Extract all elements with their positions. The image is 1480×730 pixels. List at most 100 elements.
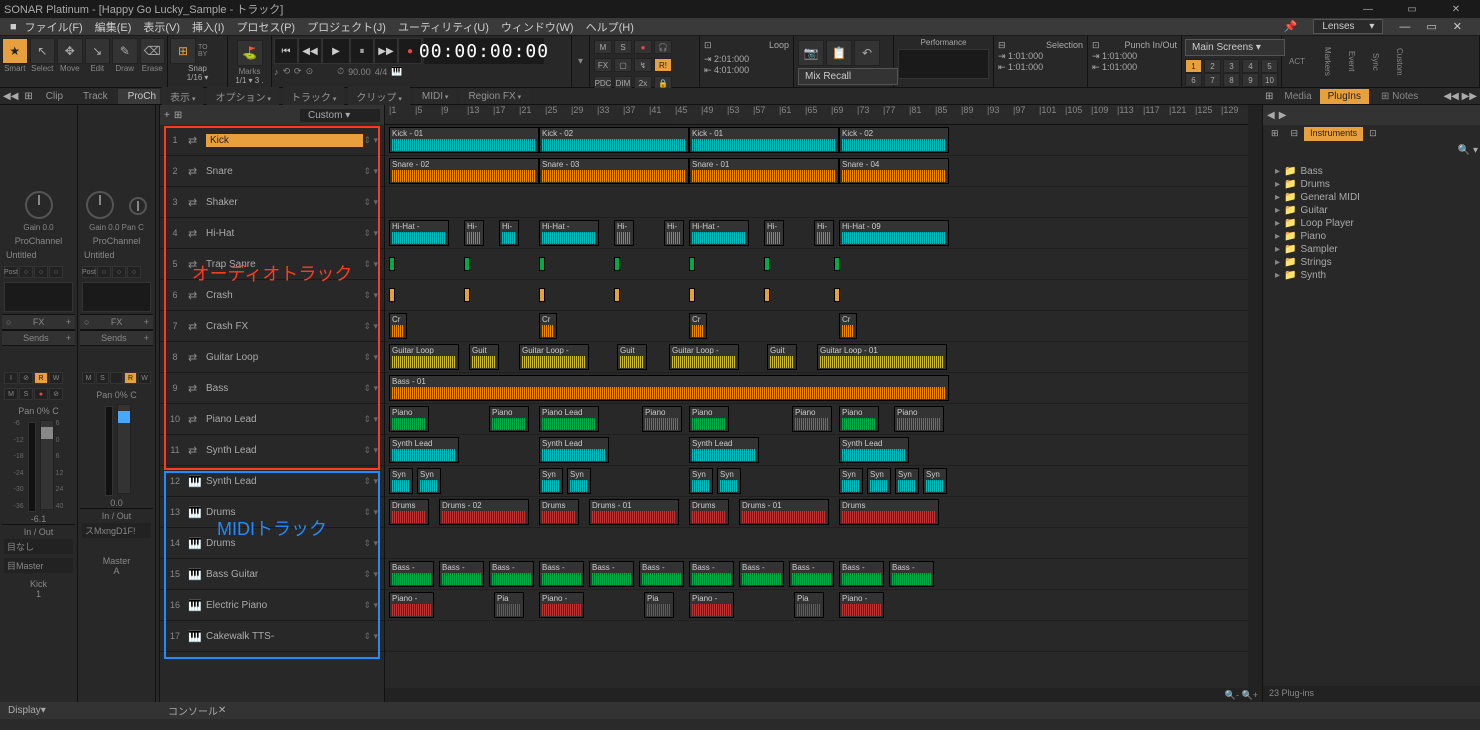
- fader-2[interactable]: [117, 404, 131, 494]
- timecode[interactable]: 00:00:00:00: [424, 38, 544, 64]
- clip[interactable]: Syn: [567, 468, 591, 494]
- tree-node[interactable]: ▸📁Strings: [1267, 256, 1476, 269]
- rewind-button[interactable]: ⏮: [274, 38, 298, 64]
- menu-window[interactable]: ウィンドウ(W): [501, 19, 574, 35]
- clip[interactable]: Bass - 01: [389, 375, 949, 401]
- clip[interactable]: Bass -: [539, 561, 584, 587]
- track-row[interactable]: 13🎹Drums⇕ ▾: [160, 497, 384, 528]
- tab-plugins[interactable]: PlugIns: [1320, 89, 1369, 104]
- clip[interactable]: [464, 257, 470, 271]
- track-row[interactable]: 5⇄Trap Sanre⇕ ▾: [160, 249, 384, 280]
- track-lane[interactable]: Bass - 01: [385, 373, 1262, 404]
- br-chip-instruments[interactable]: Instruments: [1304, 127, 1363, 141]
- clip[interactable]: Bass -: [689, 561, 734, 587]
- clip[interactable]: Cr: [539, 313, 557, 339]
- clip[interactable]: Hi-: [664, 220, 684, 246]
- fx-button[interactable]: FX: [594, 58, 612, 72]
- add-folder-icon[interactable]: ⊞: [174, 110, 182, 121]
- clip[interactable]: [689, 257, 695, 271]
- marks-button[interactable]: ⛳: [237, 40, 263, 66]
- gain-knob-2[interactable]: [86, 191, 114, 219]
- track-row[interactable]: 1⇄Kick⇕ ▾: [160, 125, 384, 156]
- back-button[interactable]: ◀◀: [298, 38, 322, 64]
- pin-icon[interactable]: 📌: [1284, 20, 1298, 33]
- clip[interactable]: Cr: [839, 313, 857, 339]
- console-tab[interactable]: コンソール ✕: [160, 702, 1480, 719]
- track-row[interactable]: 16🎹Electric Piano⇕ ▾: [160, 590, 384, 621]
- track-filter-dropdown[interactable]: Custom ▾: [300, 109, 380, 122]
- forward-button[interactable]: ▶▶: [374, 38, 398, 64]
- mute-button[interactable]: M: [594, 40, 612, 54]
- lenses-dropdown[interactable]: Lenses ▾: [1313, 19, 1383, 34]
- clip[interactable]: [834, 288, 840, 302]
- clip[interactable]: Piano: [839, 406, 879, 432]
- prev-icon[interactable]: ◀: [1267, 110, 1275, 121]
- clip[interactable]: Drums - 01: [739, 499, 829, 525]
- track-lane[interactable]: [385, 621, 1262, 652]
- clip[interactable]: Pia: [494, 592, 524, 618]
- clip[interactable]: Kick - 01: [389, 127, 539, 153]
- clip[interactable]: Pia: [644, 592, 674, 618]
- solo-button[interactable]: S: [614, 40, 632, 54]
- clip[interactable]: Drums: [689, 499, 729, 525]
- clip[interactable]: Syn: [539, 468, 563, 494]
- track-row[interactable]: 12🎹Synth Lead⇕ ▾: [160, 466, 384, 497]
- clip[interactable]: Snare - 03: [539, 158, 689, 184]
- loop-icon[interactable]: ⊡: [704, 40, 712, 51]
- browser-tree[interactable]: ▸📁Bass▸📁Drums▸📁General MIDI▸📁Guitar▸📁Loo…: [1263, 161, 1480, 686]
- clip[interactable]: [539, 288, 545, 302]
- tree-node[interactable]: ▸📁Synth: [1267, 269, 1476, 282]
- clip[interactable]: Drums: [839, 499, 939, 525]
- track-lane[interactable]: Guitar LoopGuitGuitar Loop -GuitGuitar L…: [385, 342, 1262, 373]
- br-chip-1[interactable]: ⊞: [1265, 127, 1285, 141]
- clip[interactable]: Hi-Hat - 09: [839, 220, 949, 246]
- clip[interactable]: Guitar Loop -: [519, 344, 589, 370]
- track-lane[interactable]: [385, 187, 1262, 218]
- pause-button[interactable]: ⏸: [350, 38, 374, 64]
- tree-node[interactable]: ▸📁Piano: [1267, 230, 1476, 243]
- clip[interactable]: Syn: [839, 468, 863, 494]
- tab-track[interactable]: Track: [73, 89, 118, 104]
- clip[interactable]: Snare - 02: [389, 158, 539, 184]
- clip[interactable]: Piano -: [839, 592, 884, 618]
- clip[interactable]: Pia: [794, 592, 824, 618]
- clip[interactable]: Drums - 01: [589, 499, 679, 525]
- clip[interactable]: Syn: [867, 468, 891, 494]
- clip[interactable]: Bass -: [589, 561, 634, 587]
- clip[interactable]: [764, 257, 770, 271]
- clip[interactable]: Synth Lead: [839, 437, 909, 463]
- play-button[interactable]: ▶: [322, 38, 350, 64]
- menu-view[interactable]: 表示(V): [143, 19, 180, 35]
- clip[interactable]: Kick - 02: [539, 127, 689, 153]
- clip[interactable]: Guit: [767, 344, 797, 370]
- clip[interactable]: Bass -: [789, 561, 834, 587]
- camera-icon[interactable]: 📷: [798, 40, 824, 66]
- search-icon[interactable]: 🔍 ▾: [1458, 145, 1478, 159]
- tree-node[interactable]: ▸📁Drums: [1267, 178, 1476, 191]
- tab-notes[interactable]: ⊞ Notes: [1373, 89, 1426, 104]
- clip[interactable]: Syn: [689, 468, 713, 494]
- clip[interactable]: [764, 288, 770, 302]
- track-lane[interactable]: Synth LeadSynth LeadSynth LeadSynth Lead: [385, 435, 1262, 466]
- add-track-icon[interactable]: +: [164, 110, 170, 121]
- minimize-button[interactable]: —: [1348, 0, 1388, 18]
- track-row[interactable]: 4⇄Hi-Hat⇕ ▾: [160, 218, 384, 249]
- clip[interactable]: Guit: [469, 344, 499, 370]
- clip[interactable]: Bass -: [739, 561, 784, 587]
- track-row[interactable]: 3⇄Shaker⇕ ▾: [160, 187, 384, 218]
- punch-icon[interactable]: ⊡: [1092, 40, 1100, 51]
- clip[interactable]: [389, 288, 395, 302]
- gain-knob[interactable]: [25, 191, 53, 219]
- clip[interactable]: Bass -: [439, 561, 484, 587]
- clip[interactable]: Piano -: [689, 592, 734, 618]
- clip[interactable]: Guit: [617, 344, 647, 370]
- clip[interactable]: Piano: [792, 406, 832, 432]
- menu-project[interactable]: プロジェクト(J): [307, 19, 386, 35]
- pan-knob[interactable]: [129, 197, 147, 215]
- track-row[interactable]: 6⇄Crash⇕ ▾: [160, 280, 384, 311]
- clips-area[interactable]: Kick - 01Kick - 02Kick - 01Kick - 02Snar…: [385, 125, 1262, 702]
- clip[interactable]: [614, 257, 620, 271]
- clip[interactable]: Syn: [417, 468, 441, 494]
- clip[interactable]: [389, 257, 395, 271]
- mixrecall-dropdown[interactable]: Mix Recall: [798, 68, 898, 85]
